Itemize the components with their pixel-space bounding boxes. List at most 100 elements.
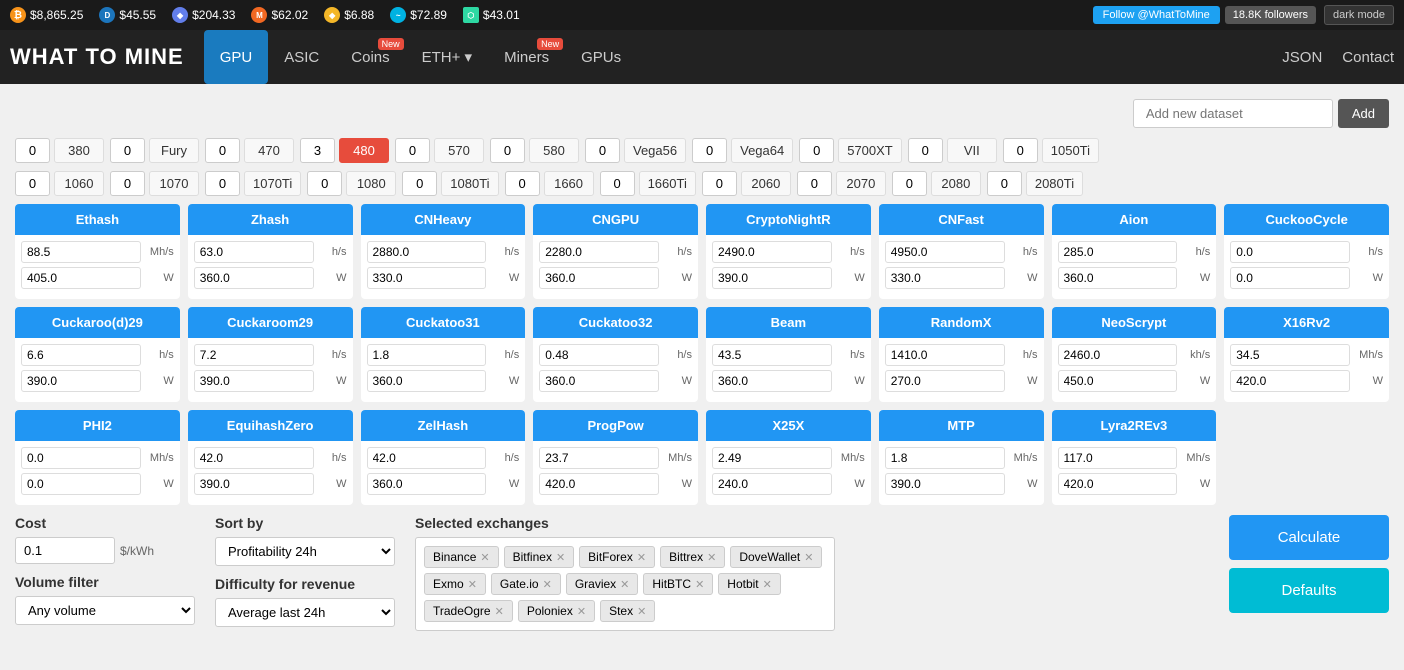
- remove-exchange-button[interactable]: ✕: [495, 605, 504, 618]
- algo-name[interactable]: X16Rv2: [1224, 307, 1389, 338]
- remove-exchange-button[interactable]: ✕: [620, 578, 629, 591]
- algo-name[interactable]: CNHeavy: [361, 204, 526, 235]
- algo-power-input[interactable]: [539, 473, 659, 495]
- algo-power-input[interactable]: [1058, 370, 1178, 392]
- remove-exchange-button[interactable]: ✕: [480, 551, 489, 564]
- nav-asic[interactable]: ASIC: [268, 30, 335, 84]
- algo-power-input[interactable]: [539, 370, 659, 392]
- algo-power-input[interactable]: [21, 473, 141, 495]
- remove-exchange-button[interactable]: ✕: [804, 551, 813, 564]
- gpu-count-input[interactable]: [987, 171, 1022, 196]
- nav-gpus[interactable]: GPUs: [565, 30, 637, 84]
- gpu-count-input[interactable]: [307, 171, 342, 196]
- algo-name[interactable]: Ethash: [15, 204, 180, 235]
- gpu-count-input[interactable]: [892, 171, 927, 196]
- algo-power-input[interactable]: [367, 370, 487, 392]
- remove-exchange-button[interactable]: ✕: [707, 551, 716, 564]
- algo-hashrate-input[interactable]: [712, 447, 832, 469]
- nav-eth-plus[interactable]: ETH+ ▾: [406, 30, 488, 84]
- algo-hashrate-input[interactable]: [1058, 344, 1178, 366]
- remove-exchange-button[interactable]: ✕: [763, 578, 772, 591]
- algo-name[interactable]: PHI2: [15, 410, 180, 441]
- algo-hashrate-input[interactable]: [885, 447, 1005, 469]
- algo-power-input[interactable]: [712, 267, 832, 289]
- algo-name[interactable]: ProgPow: [533, 410, 698, 441]
- gpu-count-input[interactable]: [1003, 138, 1038, 163]
- algo-name[interactable]: RandomX: [879, 307, 1044, 338]
- algo-name[interactable]: Cuckaroom29: [188, 307, 353, 338]
- algo-power-input[interactable]: [712, 473, 832, 495]
- algo-hashrate-input[interactable]: [367, 241, 487, 263]
- algo-power-input[interactable]: [194, 473, 314, 495]
- algo-hashrate-input[interactable]: [712, 241, 832, 263]
- nav-contact[interactable]: Contact: [1342, 49, 1394, 66]
- gpu-count-input[interactable]: [797, 171, 832, 196]
- algo-name[interactable]: ZelHash: [361, 410, 526, 441]
- nav-miners[interactable]: MinersNew: [488, 30, 565, 84]
- algo-power-input[interactable]: [539, 267, 659, 289]
- cost-input[interactable]: [15, 537, 115, 564]
- algo-hashrate-input[interactable]: [1058, 241, 1178, 263]
- algo-power-input[interactable]: [194, 267, 314, 289]
- dark-mode-button[interactable]: dark mode: [1324, 5, 1394, 25]
- gpu-count-input[interactable]: [585, 138, 620, 163]
- gpu-count-input[interactable]: [395, 138, 430, 163]
- sortby-select[interactable]: Profitability 24h: [215, 537, 395, 566]
- algo-name[interactable]: Cuckatoo32: [533, 307, 698, 338]
- algo-hashrate-input[interactable]: [539, 344, 659, 366]
- algo-power-input[interactable]: [1230, 267, 1350, 289]
- add-dataset-button[interactable]: Add: [1338, 99, 1389, 128]
- gpu-count-input[interactable]: [505, 171, 540, 196]
- algo-power-input[interactable]: [885, 370, 1005, 392]
- algo-hashrate-input[interactable]: [367, 447, 487, 469]
- remove-exchange-button[interactable]: ✕: [577, 605, 586, 618]
- remove-exchange-button[interactable]: ✕: [543, 578, 552, 591]
- algo-name[interactable]: CNFast: [879, 204, 1044, 235]
- algo-power-input[interactable]: [367, 267, 487, 289]
- algo-hashrate-input[interactable]: [367, 344, 487, 366]
- gpu-count-input[interactable]: [15, 171, 50, 196]
- nav-coins[interactable]: CoinsNew: [335, 30, 405, 84]
- gpu-count-input[interactable]: [205, 138, 240, 163]
- gpu-count-input[interactable]: [692, 138, 727, 163]
- algo-name[interactable]: EquihashZero: [188, 410, 353, 441]
- algo-power-input[interactable]: [1230, 370, 1350, 392]
- gpu-count-input[interactable]: [600, 171, 635, 196]
- gpu-count-input[interactable]: [110, 138, 145, 163]
- gpu-count-input[interactable]: [702, 171, 737, 196]
- algo-name[interactable]: NeoScrypt: [1052, 307, 1217, 338]
- algo-hashrate-input[interactable]: [885, 241, 1005, 263]
- algo-hashrate-input[interactable]: [885, 344, 1005, 366]
- algo-hashrate-input[interactable]: [539, 241, 659, 263]
- remove-exchange-button[interactable]: ✕: [637, 605, 646, 618]
- algo-hashrate-input[interactable]: [1058, 447, 1178, 469]
- algo-name[interactable]: Cuckatoo31: [361, 307, 526, 338]
- remove-exchange-button[interactable]: ✕: [556, 551, 565, 564]
- algo-name[interactable]: MTP: [879, 410, 1044, 441]
- algo-name[interactable]: CryptoNightR: [706, 204, 871, 235]
- algo-name[interactable]: X25X: [706, 410, 871, 441]
- algo-hashrate-input[interactable]: [1230, 241, 1350, 263]
- gpu-count-input[interactable]: [490, 138, 525, 163]
- algo-power-input[interactable]: [885, 267, 1005, 289]
- algo-hashrate-input[interactable]: [539, 447, 659, 469]
- gpu-count-input[interactable]: [205, 171, 240, 196]
- algo-name[interactable]: Lyra2REv3: [1052, 410, 1217, 441]
- algo-power-input[interactable]: [885, 473, 1005, 495]
- remove-exchange-button[interactable]: ✕: [695, 578, 704, 591]
- algo-name[interactable]: Zhash: [188, 204, 353, 235]
- difficulty-select[interactable]: Average last 24h: [215, 598, 395, 627]
- algo-name[interactable]: Aion: [1052, 204, 1217, 235]
- algo-power-input[interactable]: [1058, 267, 1178, 289]
- nav-json[interactable]: JSON: [1282, 49, 1322, 66]
- algo-hashrate-input[interactable]: [712, 344, 832, 366]
- algo-power-input[interactable]: [21, 370, 141, 392]
- defaults-button[interactable]: Defaults: [1229, 568, 1389, 613]
- algo-name[interactable]: CuckooCycle: [1224, 204, 1389, 235]
- algo-hashrate-input[interactable]: [21, 241, 141, 263]
- volume-select[interactable]: Any volume: [15, 596, 195, 625]
- gpu-count-input[interactable]: [300, 138, 335, 163]
- algo-hashrate-input[interactable]: [194, 447, 314, 469]
- remove-exchange-button[interactable]: ✕: [637, 551, 646, 564]
- algo-hashrate-input[interactable]: [194, 241, 314, 263]
